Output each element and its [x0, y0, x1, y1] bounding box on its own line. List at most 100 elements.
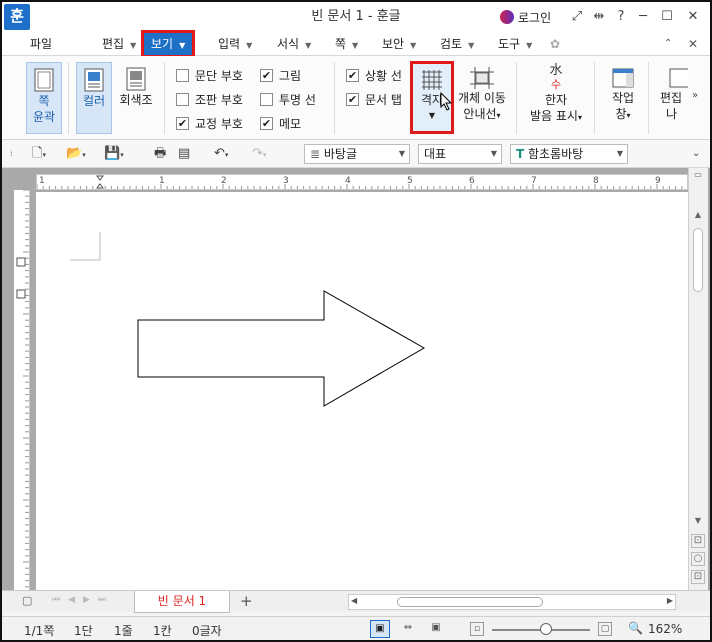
zoom-level[interactable]: 162%: [648, 622, 682, 636]
full-page-view-icon[interactable]: ▣: [370, 620, 390, 638]
minimize-icon[interactable]: ─: [634, 8, 652, 26]
checkbox-box[interactable]: ✔: [176, 116, 189, 130]
ribbon-more-icon[interactable]: »: [692, 90, 698, 101]
edit-screen-split-button[interactable]: 편집 나: [652, 62, 688, 134]
zoom-out-icon[interactable]: ▫: [470, 622, 484, 636]
document-page[interactable]: [36, 192, 688, 590]
checkbox-box[interactable]: ✔: [260, 68, 273, 82]
scroll-right-icon[interactable]: ▶: [667, 596, 673, 605]
document-tab-bar: ▢ ⏮◀▶⏭ 빈 문서 1 + ◀ ▶: [2, 590, 710, 613]
checkbox-transparent-lines[interactable]: 투명 선: [260, 90, 316, 108]
vertical-scrollbar[interactable]: ▭ ▲ ▼ ⊡ ○ ⊡: [688, 168, 708, 590]
tab-navigation-icons[interactable]: ⏮◀▶⏭: [52, 595, 114, 605]
menu-edit[interactable]: 편집 ▼: [102, 32, 136, 56]
fit-width-icon[interactable]: ⇔: [398, 620, 418, 638]
ruler-number: 1: [159, 176, 165, 186]
status-character-count[interactable]: 0글자: [192, 622, 222, 639]
menu-view[interactable]: 보기 ▼: [140, 30, 196, 58]
grid-icon: [422, 70, 442, 90]
page-canvas: [70, 232, 426, 407]
ruler-number: 8: [593, 176, 599, 186]
outline-level-select[interactable]: 대표 ▼: [418, 144, 502, 164]
menu-format[interactable]: 서식 ▼: [277, 32, 311, 56]
undo-icon[interactable]: ↶▾: [214, 145, 228, 163]
login-button[interactable]: 로그인: [500, 9, 551, 25]
scroll-thumb[interactable]: [693, 228, 703, 292]
checkbox-box[interactable]: [260, 92, 273, 106]
hanja-pronunciation-button[interactable]: 水수 한자 발음 표시▾: [524, 62, 588, 134]
scroll-up-icon[interactable]: ▲: [691, 210, 705, 222]
redo-icon[interactable]: ↷▾: [252, 145, 266, 163]
grayscale-icon: [126, 67, 146, 91]
checkbox-box[interactable]: ✔: [260, 116, 273, 130]
horizontal-scroll-thumb[interactable]: [397, 597, 543, 607]
page-select-icon[interactable]: ○: [691, 552, 705, 566]
menu-insert[interactable]: 입력 ▼: [218, 32, 252, 56]
ruler-number: 9: [655, 176, 661, 186]
tab-list-icon[interactable]: ▢: [22, 594, 32, 607]
save-icon[interactable]: 💾▾: [104, 145, 124, 163]
object-move-guides-button[interactable]: 개체 이동 안내선▾: [454, 62, 510, 134]
previous-page-icon[interactable]: ⊡: [691, 534, 705, 548]
ruler-toggle-icon[interactable]: ▭: [691, 170, 705, 182]
standard-toolbar: ⁞ 🗋▾ 📂▾ 💾▾ 🖶 ▤ ↶▾ ↷▾ ≣ 바탕글 ▼ 대표 ▼ T 함초롬바탕 ▼…: [2, 140, 710, 168]
checkbox-status-line[interactable]: ✔ 상황 선: [346, 66, 402, 84]
scroll-down-icon[interactable]: ▼: [691, 516, 705, 528]
checkbox-memo[interactable]: ✔ 메모: [260, 114, 301, 132]
status-section[interactable]: 1단: [74, 622, 93, 639]
checkbox-box[interactable]: [176, 92, 189, 106]
zoom-slider-thumb[interactable]: [540, 623, 552, 635]
workspace-button[interactable]: 작업 창▾: [602, 62, 644, 134]
horizontal-scrollbar[interactable]: ◀ ▶: [348, 594, 676, 610]
scroll-left-icon[interactable]: ◀: [351, 596, 357, 605]
login-label: 로그인: [518, 10, 552, 25]
tab-document-1[interactable]: 빈 문서 1: [134, 591, 230, 613]
print-preview-icon[interactable]: ▤: [178, 145, 190, 163]
horizontal-ruler: 1 1 2 3 4 5 6 7 8 9: [36, 174, 688, 190]
checkbox-box[interactable]: [176, 68, 189, 82]
checkbox-document-tabs[interactable]: ✔ 문서 탭: [346, 90, 402, 108]
fullscreen-icon[interactable]: ⤢: [568, 8, 586, 26]
ruler-number: 4: [345, 176, 351, 186]
fit-page-icon[interactable]: ▣: [426, 620, 446, 638]
toolbar-expand-icon[interactable]: ⌄: [692, 145, 700, 163]
checkbox-proofreading-marks[interactable]: ✔ 교정 부호: [176, 114, 243, 132]
ribbon-collapse-icon[interactable]: ⌃: [664, 32, 672, 56]
grayscale-button[interactable]: 회색조: [116, 62, 156, 134]
checkbox-box[interactable]: ✔: [346, 92, 359, 106]
add-tab-icon[interactable]: +: [240, 592, 253, 610]
status-page[interactable]: 1/1쪽: [24, 622, 54, 639]
page-outline-button[interactable]: 쪽 윤곽: [26, 62, 62, 134]
page-outline-icon: [34, 68, 54, 92]
zoom-in-icon[interactable]: ▢: [598, 622, 612, 636]
menu-page[interactable]: 쪽 ▼: [335, 32, 358, 56]
help-icon[interactable]: ?: [612, 8, 630, 26]
status-column[interactable]: 1칸: [153, 622, 172, 639]
open-folder-icon[interactable]: 📂▾: [66, 145, 86, 163]
color-mode-button[interactable]: 컬러: [76, 62, 112, 134]
new-document-icon[interactable]: 🗋▾: [32, 145, 46, 163]
arrow-shape[interactable]: [137, 290, 426, 407]
checkbox-pictures[interactable]: ✔ 그림: [260, 66, 301, 84]
status-line[interactable]: 1줄: [114, 622, 133, 639]
ruler-number: 6: [469, 176, 475, 186]
split-view-icon[interactable]: ⇹: [590, 8, 608, 26]
menu-tools[interactable]: 도구 ▼: [498, 32, 532, 56]
zoom-search-icon[interactable]: 🔍: [628, 621, 643, 635]
object-guides-icon: [470, 67, 494, 89]
next-page-icon[interactable]: ⊡: [691, 570, 705, 584]
checkbox-paragraph-marks[interactable]: 문단 부호: [176, 66, 243, 84]
hanja-icon: 水수: [549, 63, 563, 92]
ruler-number: 1: [39, 176, 45, 186]
doc-close-icon[interactable]: ✕: [688, 32, 698, 56]
menu-security[interactable]: 보안 ▼: [382, 32, 416, 56]
checkbox-box[interactable]: ✔: [346, 68, 359, 82]
menu-review[interactable]: 검토 ▼: [440, 32, 474, 56]
style-select[interactable]: ≣ 바탕글 ▼: [304, 144, 410, 164]
maximize-icon[interactable]: ☐: [658, 8, 676, 26]
font-select[interactable]: T 함초롬바탕 ▼: [510, 144, 628, 164]
menu-file[interactable]: 파일: [30, 32, 52, 56]
checkbox-formatting-marks[interactable]: 조판 부호: [176, 90, 243, 108]
print-icon[interactable]: 🖶: [154, 145, 166, 163]
close-icon[interactable]: ✕: [684, 8, 702, 26]
